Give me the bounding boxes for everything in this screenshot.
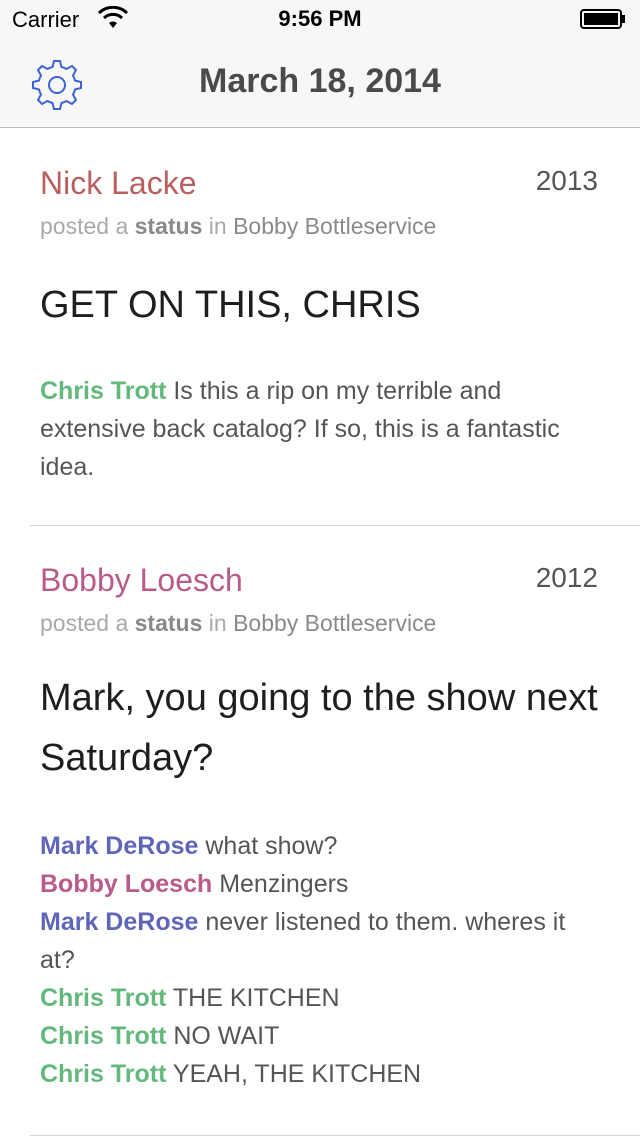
post-headline: GET ON THIS, CHRIS bbox=[40, 284, 421, 326]
comment-author[interactable]: Mark DeRose bbox=[40, 908, 198, 936]
post-card[interactable]: Bobby Loesch 2012 posted a status in Bob… bbox=[30, 526, 640, 1136]
meta-type: status bbox=[134, 213, 203, 239]
comment-author[interactable]: Chris Trott bbox=[40, 377, 166, 405]
comment-author[interactable]: Mark DeRose bbox=[40, 832, 198, 860]
comment: Bobby Loesch Menzingers bbox=[40, 865, 580, 903]
nav-bar: March 18, 2014 bbox=[0, 40, 640, 128]
comment: Chris Trott NO WAIT bbox=[40, 1017, 580, 1055]
meta-in: in bbox=[208, 610, 227, 636]
meta-group[interactable]: Bobby Bottleservice bbox=[233, 213, 436, 239]
feed: Nick Lacke 2013 posted a status in Bobby… bbox=[0, 129, 640, 1136]
comment-author[interactable]: Chris Trott bbox=[40, 984, 166, 1012]
status-bar: Carrier 9:56 PM bbox=[0, 0, 640, 40]
battery-icon bbox=[580, 9, 625, 29]
page-title: March 18, 2014 bbox=[199, 62, 441, 100]
comment: Chris Trott YEAH, THE KITCHEN bbox=[40, 1055, 580, 1093]
post-year: 2012 bbox=[535, 562, 598, 593]
meta-posted: posted a bbox=[40, 213, 129, 239]
comment-author[interactable]: Chris Trott bbox=[40, 1022, 166, 1050]
comment-text: YEAH, THE KITCHEN bbox=[172, 1060, 422, 1088]
post-card[interactable]: Nick Lacke 2013 posted a status in Bobby… bbox=[30, 129, 640, 526]
meta-in: in bbox=[208, 213, 227, 239]
meta-group[interactable]: Bobby Bottleservice bbox=[233, 610, 436, 636]
post-meta: posted a status in Bobby Bottleservice bbox=[40, 610, 436, 637]
post-author[interactable]: Nick Lacke bbox=[40, 165, 197, 202]
comment-text: Menzingers bbox=[219, 870, 349, 898]
comment-author[interactable]: Bobby Loesch bbox=[40, 870, 212, 898]
comment: Mark DeRose what show? bbox=[40, 827, 580, 865]
comment: Mark DeRose never listened to them. wher… bbox=[40, 903, 580, 979]
post-headline: Mark, you going to the show next Saturda… bbox=[40, 677, 598, 779]
post-meta: posted a status in Bobby Bottleservice bbox=[40, 213, 436, 240]
post-author[interactable]: Bobby Loesch bbox=[40, 562, 243, 599]
comment-text: THE KITCHEN bbox=[172, 984, 340, 1012]
meta-type: status bbox=[134, 610, 203, 636]
meta-posted: posted a bbox=[40, 610, 129, 636]
status-time: 9:56 PM bbox=[278, 6, 362, 31]
comment-text: NO WAIT bbox=[173, 1022, 280, 1050]
comment-list: Chris Trott Is this a rip on my terrible… bbox=[40, 372, 580, 486]
post-year: 2013 bbox=[535, 165, 598, 196]
comment-list: Mark DeRose what show? Bobby Loesch Menz… bbox=[40, 827, 580, 1093]
comment: Chris Trott THE KITCHEN bbox=[40, 979, 580, 1017]
comment-author[interactable]: Chris Trott bbox=[40, 1060, 166, 1088]
comment-text: what show? bbox=[205, 832, 338, 860]
comment: Chris Trott Is this a rip on my terrible… bbox=[40, 372, 580, 486]
